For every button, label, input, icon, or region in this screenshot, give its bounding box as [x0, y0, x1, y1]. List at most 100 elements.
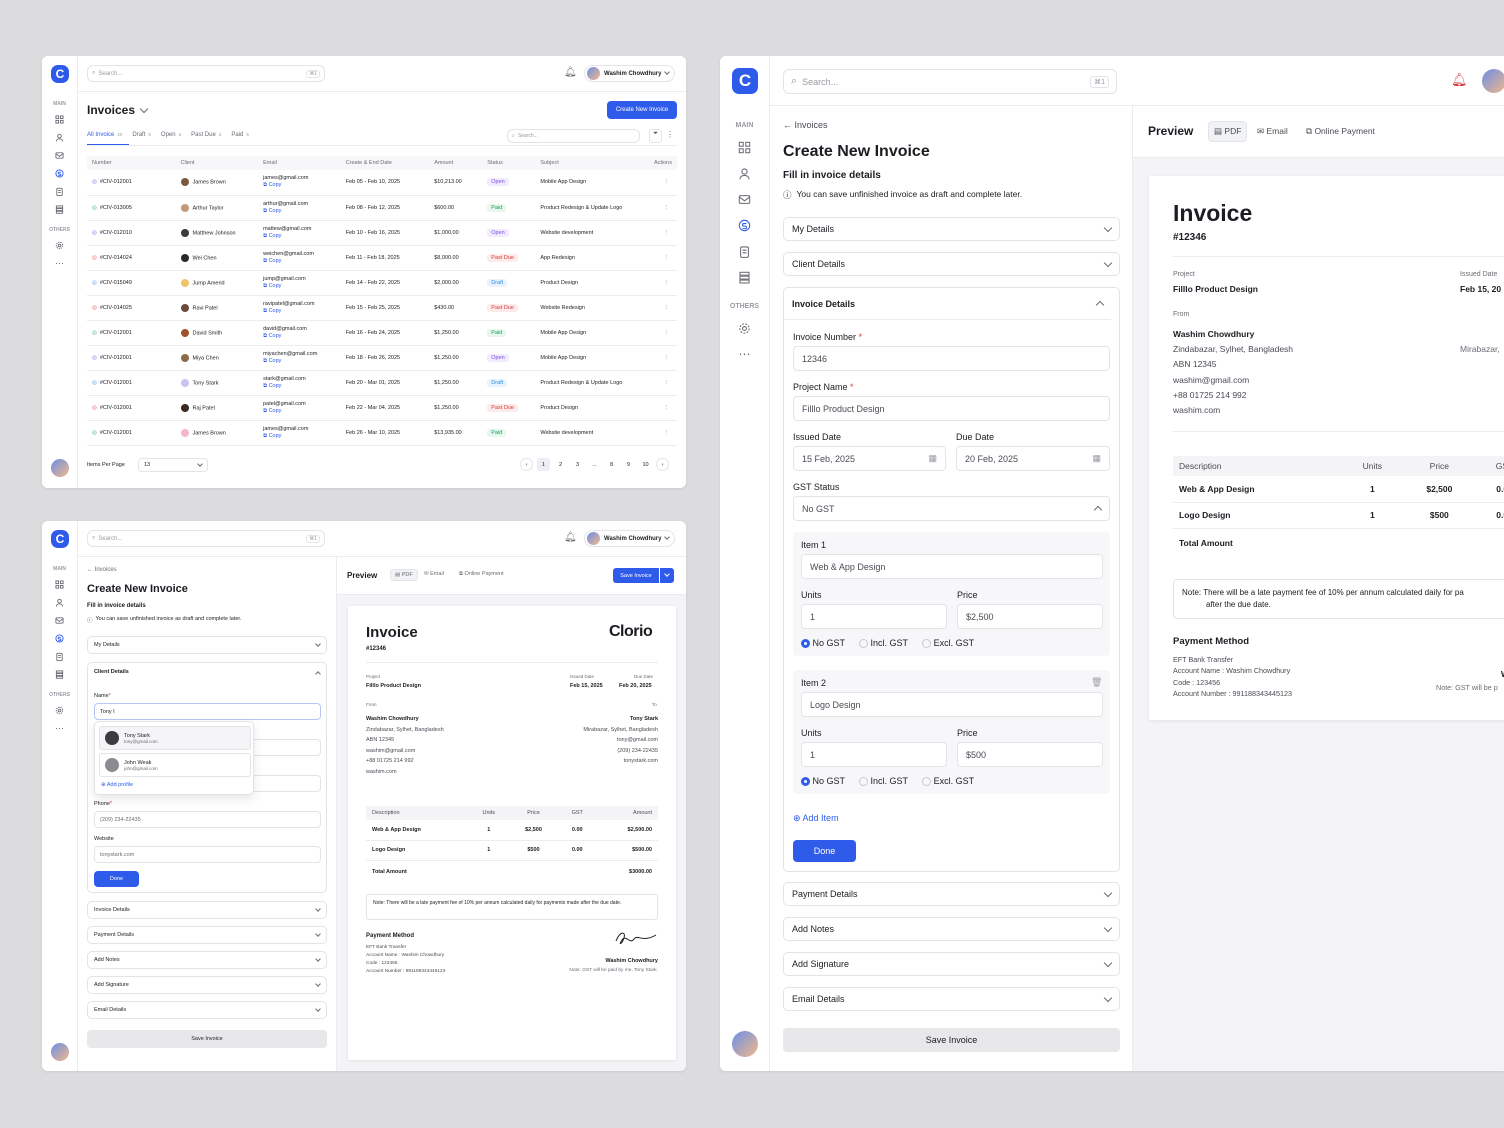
chevron-right-icon[interactable]: ›	[656, 458, 669, 471]
page-button[interactable]: 10	[639, 458, 652, 471]
table-row[interactable]: ◎ #CIV-013005 Arthur Taylor arthur@gmail.co…	[87, 195, 677, 221]
website-field[interactable]: tonystark.com	[94, 846, 321, 863]
table-row[interactable]: ◎ #CIV-014024 Wei Chen weichen@gmail.com ⧉ C…	[87, 245, 677, 271]
my-details-accordion[interactable]: My Details	[783, 217, 1120, 241]
save-invoice-button[interactable]: Save Invoice	[613, 568, 659, 583]
add-item-link[interactable]: ⊕ Add Item	[793, 813, 839, 824]
mail-icon[interactable]	[42, 149, 78, 161]
copy-button[interactable]: ⧉ Copy	[263, 358, 341, 365]
units-field[interactable]: 1	[801, 604, 947, 629]
project-name-field[interactable]: Filllo Product Design	[793, 396, 1110, 421]
add-notes-accordion[interactable]: Add Notes	[87, 951, 327, 969]
invoice-number-field[interactable]: 12346	[793, 346, 1110, 371]
save-invoice-button[interactable]: Save Invoice	[783, 1028, 1120, 1052]
trash-icon[interactable]: 🗑︎	[1091, 677, 1102, 688]
issued-date-field[interactable]: 15 Feb, 2025 ▦	[793, 446, 946, 471]
copy-button[interactable]: ⧉ Copy	[263, 283, 341, 290]
avatar[interactable]	[51, 459, 69, 477]
item-name-field[interactable]: Logo Design	[801, 692, 1103, 717]
table-row[interactable]: ◎ #CIV-012001 Miya Chen miyachen@gmail.com ⧉…	[87, 345, 677, 371]
gst-radio-no[interactable]: No GST	[801, 638, 845, 649]
more-vertical-icon[interactable]: ⋮	[641, 195, 677, 221]
gear-icon[interactable]	[42, 239, 78, 251]
table-row[interactable]: ◎ #CIV-012001 Tony Stark stark@gmail.com ⧉ C…	[87, 370, 677, 396]
phone-field[interactable]: (209) 234-22435	[94, 811, 321, 828]
copy-button[interactable]: ⧉ Copy	[263, 308, 341, 315]
user-icon[interactable]	[42, 596, 78, 608]
table-search-input[interactable]: ⌕ Search...	[507, 129, 640, 143]
search-input[interactable]: ⌕ Search... ⌘1	[783, 69, 1117, 94]
stack-icon[interactable]	[42, 203, 78, 215]
page-button[interactable]: 8	[605, 458, 618, 471]
bell-icon[interactable]: 🔔︎	[564, 67, 577, 78]
page-button[interactable]: 3	[571, 458, 584, 471]
tab-past-due[interactable]: Past Due 3	[191, 132, 221, 138]
more-icon[interactable]: ⋯	[42, 722, 78, 734]
invoice-icon[interactable]	[42, 632, 78, 644]
units-field[interactable]: 1	[801, 742, 947, 767]
suggestion-item[interactable]: John Weak john@gmail.com	[99, 753, 251, 777]
table-row[interactable]: ◎ #CIV-012001 Raj Patel patel@gmail.com ⧉ Co…	[87, 395, 677, 421]
page-button[interactable]: ...	[588, 458, 601, 471]
stack-icon[interactable]	[42, 668, 78, 680]
clipboard-icon[interactable]	[42, 185, 78, 197]
preview-tab-email[interactable]: ✉ Email	[424, 571, 444, 577]
copy-button[interactable]: ⧉ Copy	[263, 208, 341, 215]
preview-tab-email[interactable]: ✉ Email	[1257, 126, 1288, 137]
filter-icon[interactable]: ⏷	[649, 129, 662, 143]
chevron-left-icon[interactable]: ‹	[520, 458, 533, 471]
more-vertical-icon[interactable]: ⋮	[641, 170, 677, 196]
app-logo[interactable]: C	[51, 65, 69, 83]
table-row[interactable]: ◎ #CIV-012001 James Brown james@gmail.com ⧉ …	[87, 170, 677, 196]
done-button[interactable]: Done	[94, 871, 139, 887]
copy-button[interactable]: ⧉ Copy	[263, 333, 341, 340]
more-icon[interactable]: ⋯	[720, 346, 770, 362]
invoice-details-header[interactable]: Invoice Details	[784, 288, 1111, 320]
back-link[interactable]: ← Invoices	[783, 120, 828, 130]
name-field[interactable]: Tony I	[94, 703, 321, 720]
table-row[interactable]: ◎ #CIV-015049 Jump Amend jump@gmail.com ⧉ Co…	[87, 270, 677, 296]
more-vertical-icon[interactable]: ⋮	[641, 220, 677, 246]
tab-draft[interactable]: Draft 5	[132, 132, 151, 138]
mail-icon[interactable]	[42, 614, 78, 626]
add-notes-accordion[interactable]: Add Notes	[783, 917, 1120, 941]
avatar[interactable]	[51, 1043, 69, 1061]
copy-button[interactable]: ⧉ Copy	[263, 258, 341, 265]
items-per-page-select[interactable]: 13	[138, 458, 208, 472]
user-icon[interactable]	[720, 165, 770, 181]
stack-icon[interactable]	[720, 269, 770, 285]
suggestion-item[interactable]: Tony Stark tony@gmail.com	[99, 726, 251, 750]
tab-all-invoice[interactable]: All Invoice 20	[87, 132, 122, 138]
more-vertical-icon[interactable]: ⋮	[641, 245, 677, 271]
user-avatar[interactable]	[1482, 69, 1504, 93]
save-invoice-button[interactable]: Save Invoice	[87, 1030, 327, 1048]
preview-tab-pdf[interactable]: ▤ PDF	[1208, 121, 1248, 142]
more-vertical-icon[interactable]: ⋮	[641, 420, 677, 446]
calendar-icon[interactable]: ▦	[928, 453, 937, 464]
user-icon[interactable]	[42, 131, 78, 143]
client-details-header[interactable]: Client Details	[88, 663, 326, 682]
gst-radio-incl[interactable]: Incl. GST	[859, 638, 908, 649]
table-row[interactable]: ◎ #CIV-012001 David Smith david@gmail.com ⧉ …	[87, 320, 677, 346]
avatar[interactable]	[732, 1031, 758, 1057]
gst-radio-excl[interactable]: Excl. GST	[922, 638, 974, 649]
payment-details-accordion[interactable]: Payment Details	[783, 882, 1120, 906]
copy-button[interactable]: ⧉ Copy	[263, 433, 341, 440]
tab-open[interactable]: Open 5	[161, 132, 181, 138]
clipboard-icon[interactable]	[42, 650, 78, 662]
page-button[interactable]: 9	[622, 458, 635, 471]
gst-radio-incl[interactable]: Incl. GST	[859, 776, 908, 787]
item-name-field[interactable]: Web & App Design	[801, 554, 1103, 579]
more-vertical-icon[interactable]: ⋮	[641, 370, 677, 396]
gst-radio-no[interactable]: No GST	[801, 776, 845, 787]
bell-icon[interactable]: 🔔︎	[564, 532, 577, 543]
page-button[interactable]: 1	[537, 458, 550, 471]
invoice-icon[interactable]	[42, 167, 78, 179]
client-details-accordion[interactable]: Client Details	[783, 252, 1120, 276]
more-vertical-icon[interactable]: ⋮	[641, 395, 677, 421]
mail-icon[interactable]	[720, 191, 770, 207]
user-menu[interactable]: Washim Chowdhury	[584, 65, 676, 82]
gst-status-select[interactable]: No GST	[793, 496, 1110, 521]
my-details-accordion[interactable]: My Details	[87, 636, 327, 654]
create-invoice-button[interactable]: Create New Invoice	[607, 101, 677, 119]
